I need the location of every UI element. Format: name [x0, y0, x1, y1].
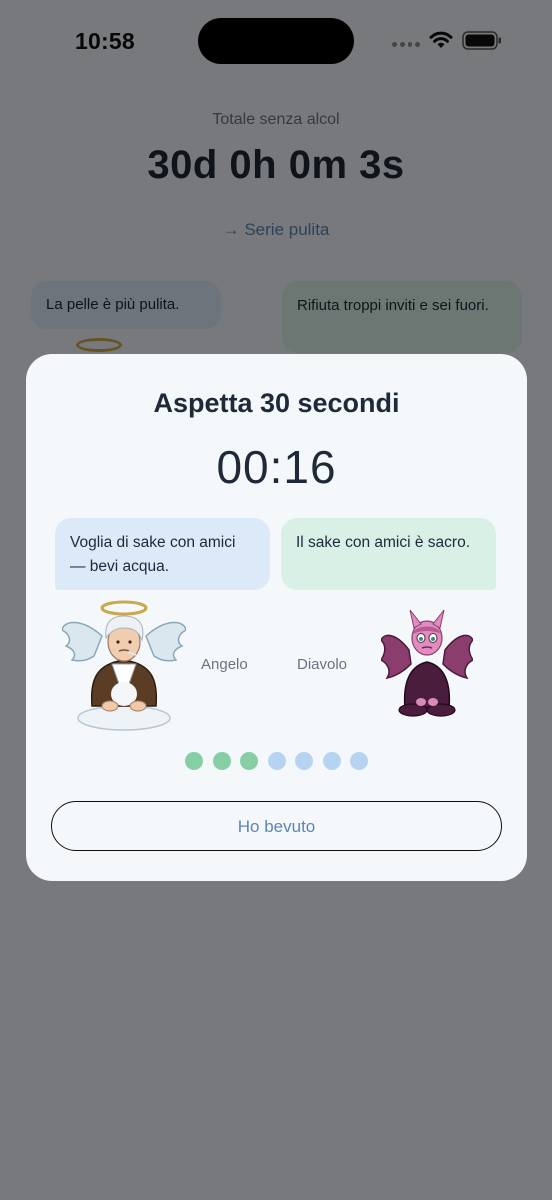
devil-label: Diavolo	[297, 656, 348, 673]
countdown-timer: 00:16	[216, 441, 337, 493]
progress-dot-pending	[322, 752, 341, 770]
progress-dot-completed	[185, 752, 203, 770]
progress-dot-pending	[267, 752, 286, 770]
wait-modal: Aspetta 30 secondi 00:16 Voglia di sake …	[26, 354, 527, 881]
progress-dots	[26, 752, 527, 770]
progress-dot-completed	[240, 752, 258, 770]
progress-dot-pending	[350, 752, 368, 770]
devil-illustration	[381, 609, 473, 717]
progress-dot-pending	[295, 752, 313, 770]
progress-dot-completed	[212, 752, 231, 770]
devil-speech-bubble: Il sake con amici è sacro.	[281, 518, 496, 590]
drank-button[interactable]: Ho bevuto	[51, 801, 502, 851]
angel-illustration	[62, 600, 186, 731]
angel-label: Angelo	[201, 656, 248, 673]
angel-speech-bubble: Voglia di sake con amici — bevi acqua.	[55, 518, 270, 590]
modal-title: Aspetta 30 secondi	[153, 388, 400, 418]
